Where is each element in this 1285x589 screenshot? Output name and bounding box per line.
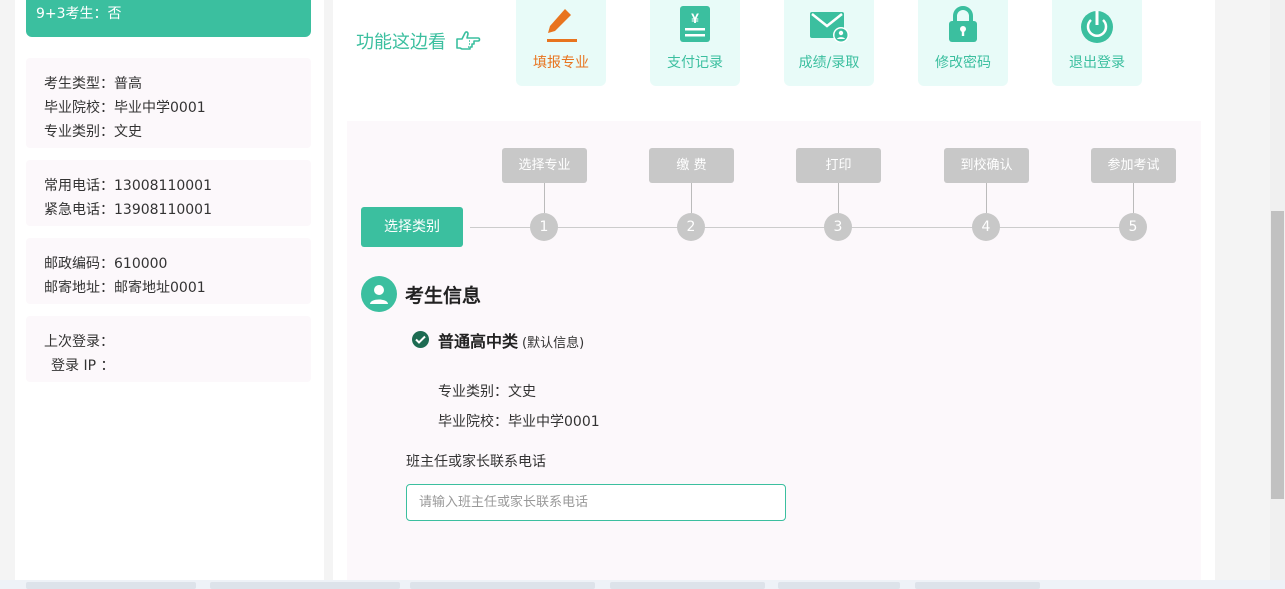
user-icon — [361, 276, 397, 312]
step-4-connector — [986, 183, 987, 213]
step-4-label: 到校确认 — [944, 148, 1029, 183]
profile-card: 考生类型：普高 毕业院校：毕业中学0001 专业类别：文史 — [26, 58, 311, 148]
step-2-number: 2 — [677, 213, 705, 241]
pointing-hand-icon — [456, 31, 481, 50]
svg-text:¥: ¥ — [691, 10, 699, 26]
student-type: 考生类型：普高 — [44, 76, 142, 92]
receipt-icon: ¥ — [650, 0, 740, 46]
select-category-button[interactable]: 选择类别 — [361, 207, 463, 247]
feature-logout[interactable]: 退出登录 — [1052, 0, 1142, 86]
guardian-phone-input[interactable] — [406, 484, 786, 521]
step-3-number: 3 — [824, 213, 852, 241]
feature-fill-major-label: 填报专业 — [533, 55, 589, 71]
step-5-number: 5 — [1119, 213, 1147, 241]
nine-plus-three-banner: 9+3考生：否 — [26, 0, 311, 37]
step-5-connector — [1133, 183, 1134, 213]
feature-change-password-label: 修改密码 — [935, 55, 991, 71]
bottom-tab — [410, 582, 595, 589]
step-3-connector — [838, 183, 839, 213]
address-card: 邮政编码：610000 邮寄地址：邮寄地址0001 — [26, 238, 311, 304]
feature-change-password[interactable]: 修改密码 — [918, 0, 1008, 86]
features-heading: 功能这边看 — [356, 28, 484, 54]
emergency-phone: 紧急电话：13908110001 — [44, 202, 212, 218]
exam-graduate-school: 毕业院校：毕业中学0001 — [438, 414, 600, 430]
feature-fill-major[interactable]: 填报专业 — [516, 0, 606, 86]
exam-type-title: 普通高中类 (默认信息) — [438, 328, 584, 352]
bottom-tab — [778, 582, 900, 589]
bottom-tab — [610, 582, 765, 589]
guardian-phone-label: 班主任或家长联系电话 — [406, 454, 546, 470]
bottom-tab-strip — [0, 580, 1285, 589]
exam-type-name: 普通高中类 — [438, 332, 519, 351]
feature-scores-admission[interactable]: 成绩/录取 — [784, 0, 874, 86]
mailing-address: 邮寄地址：邮寄地址0001 — [44, 280, 206, 296]
feature-logout-label: 退出登录 — [1069, 55, 1125, 71]
postal-code: 邮政编码：610000 — [44, 256, 168, 272]
step-2-connector — [691, 183, 692, 213]
step-2-label: 缴 费 — [649, 148, 734, 183]
feature-scores-admission-label: 成绩/录取 — [798, 55, 860, 71]
lock-icon — [918, 0, 1008, 46]
common-phone: 常用电话：13008110001 — [44, 178, 212, 194]
contact-card: 常用电话：13008110001 紧急电话：13908110001 — [26, 160, 311, 226]
bottom-tab — [210, 582, 400, 589]
pencil-icon — [516, 0, 606, 46]
graduate-school: 毕业院校：毕业中学0001 — [44, 100, 206, 116]
exam-major-category: 专业类别：文史 — [438, 384, 536, 400]
step-3-label: 打印 — [796, 148, 881, 183]
scrollbar-thumb[interactable] — [1271, 211, 1284, 499]
major-category: 专业类别：文史 — [44, 124, 142, 140]
login-card: 上次登录： 登录 IP ： — [26, 316, 311, 382]
feature-payment-records-label: 支付记录 — [667, 55, 723, 71]
login-ip: 登录 IP ： — [51, 358, 115, 374]
step-4-number: 4 — [972, 213, 1000, 241]
step-progress-line — [470, 227, 1145, 228]
exam-type-note: (默认信息) — [522, 336, 585, 351]
feature-payment-records[interactable]: ¥ 支付记录 — [650, 0, 740, 86]
step-1-label: 选择专业 — [502, 148, 587, 183]
exam-info-title: 考生信息 — [405, 285, 482, 307]
features-title: 功能这边看 — [356, 32, 446, 53]
last-login: 上次登录： — [44, 334, 114, 350]
check-circle-icon — [412, 331, 429, 348]
bottom-tab — [915, 582, 1040, 589]
mail-user-icon — [784, 0, 874, 46]
step-1-number: 1 — [530, 213, 558, 241]
step-1-connector — [544, 183, 545, 213]
power-icon — [1052, 0, 1142, 46]
bottom-tab — [26, 582, 196, 589]
step-5-label: 参加考试 — [1091, 148, 1176, 183]
